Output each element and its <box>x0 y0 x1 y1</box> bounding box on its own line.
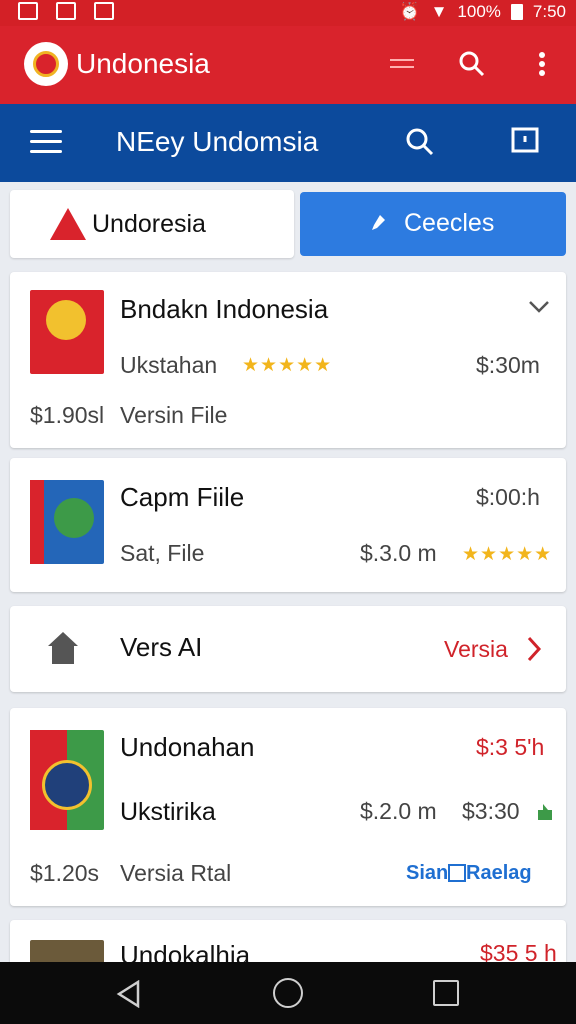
secondary-toolbar: NEey Undomsia <box>0 104 576 182</box>
emblem-icon <box>33 51 59 77</box>
item-title: Undonahan <box>120 732 255 762</box>
item-subtitle: Ukstahan <box>120 352 218 378</box>
checkbox-icon[interactable] <box>448 864 466 882</box>
item-meta: Versia Rtal <box>120 860 232 886</box>
battery-icon <box>510 4 523 20</box>
tab-label: Ceecles <box>404 209 495 237</box>
item-price: $.2.0 m <box>360 798 437 824</box>
app-notification-icon <box>56 2 76 20</box>
item-title: Bndakn Indonesia <box>120 294 329 324</box>
status-right: ⏰ ▼ 100% 7:50 <box>399 2 566 22</box>
more-vert-icon <box>539 52 545 76</box>
overflow-menu-button[interactable] <box>526 48 558 80</box>
tab-bar: Undoresia Ceecles <box>10 190 566 258</box>
item-thumbnail <box>30 290 104 374</box>
filter-button[interactable] <box>386 48 418 80</box>
list-item[interactable]: Vers AI Versia <box>10 606 566 692</box>
version-link[interactable]: Versia <box>444 636 508 663</box>
notification-icons <box>18 2 114 20</box>
home-icon <box>48 632 78 664</box>
list-item[interactable]: Capm Fiile $:00:h Sat, File $.3.0 m ★★★★… <box>10 458 566 592</box>
status-bar: ⏰ ▼ 100% 7:50 <box>0 0 576 26</box>
item-meta: Versin File <box>120 402 228 428</box>
list-item[interactable]: Undonahan $:3 5'h Ukstirika $.2.0 m $3:3… <box>10 708 566 906</box>
item-left-value: $1.90sl <box>30 402 105 428</box>
sign-link[interactable]: Sian <box>406 862 448 885</box>
back-icon[interactable] <box>116 980 142 1008</box>
item-price: $.3.0 m <box>360 540 437 566</box>
item-thumbnail <box>30 730 104 830</box>
system-navigation-bar <box>0 962 576 1024</box>
item-right-value: $:00:h <box>476 484 540 510</box>
recent-apps-button[interactable] <box>433 980 459 1006</box>
filter-icon <box>390 59 414 68</box>
release-link[interactable]: Raelag <box>466 862 532 885</box>
app-bar: Undonesia <box>0 26 576 104</box>
app-title: Undonesia <box>76 48 210 79</box>
list-item[interactable]: Bndakn Indonesia Ukstahan ★★★★★ $:30m $1… <box>10 272 566 448</box>
app-logo[interactable] <box>24 42 68 86</box>
search-icon <box>459 51 485 77</box>
item-title: Capm Fiile <box>120 482 245 512</box>
item-title: Vers AI <box>120 632 203 662</box>
thumb-icon <box>538 804 552 820</box>
item-right-value: $:30m <box>476 352 540 378</box>
search-icon <box>406 128 434 156</box>
rating-stars: ★★★★★ <box>242 355 333 376</box>
rating-stars: ★★★★★ <box>462 544 553 565</box>
chevron-right-icon[interactable] <box>526 636 542 662</box>
search-button[interactable] <box>456 48 488 80</box>
item-subtitle: Ukstirika <box>120 798 216 826</box>
tab-ceecles[interactable]: Ceecles <box>300 192 566 256</box>
warning-icon <box>50 208 86 240</box>
item-thumbnail <box>30 480 104 564</box>
tab-undoresia[interactable]: Undoresia <box>10 190 294 258</box>
wifi-icon: ▼ <box>430 2 448 21</box>
toolbar-title: NEey Undomsia <box>116 126 319 157</box>
toolbar-search-button[interactable] <box>404 126 436 163</box>
message-icon <box>511 127 539 153</box>
tab-label: Undoresia <box>92 210 206 238</box>
item-right-value: $:3 5'h <box>476 734 545 760</box>
message-button[interactable] <box>510 126 540 163</box>
item-left-value: $1.20s <box>30 860 100 886</box>
item-price-secondary: $3:30 <box>462 798 520 824</box>
image-notification-icon <box>18 2 38 20</box>
pin-icon <box>372 215 385 230</box>
home-button[interactable] <box>273 978 303 1008</box>
alarm-icon: ⏰ <box>399 2 421 21</box>
battery-level: 100% <box>457 2 501 21</box>
clock: 7:50 <box>532 2 566 21</box>
item-subtitle: Sat, File <box>120 540 205 566</box>
chevron-down-icon[interactable] <box>528 300 550 314</box>
map-notification-icon <box>94 2 114 20</box>
menu-button[interactable] <box>30 130 62 156</box>
